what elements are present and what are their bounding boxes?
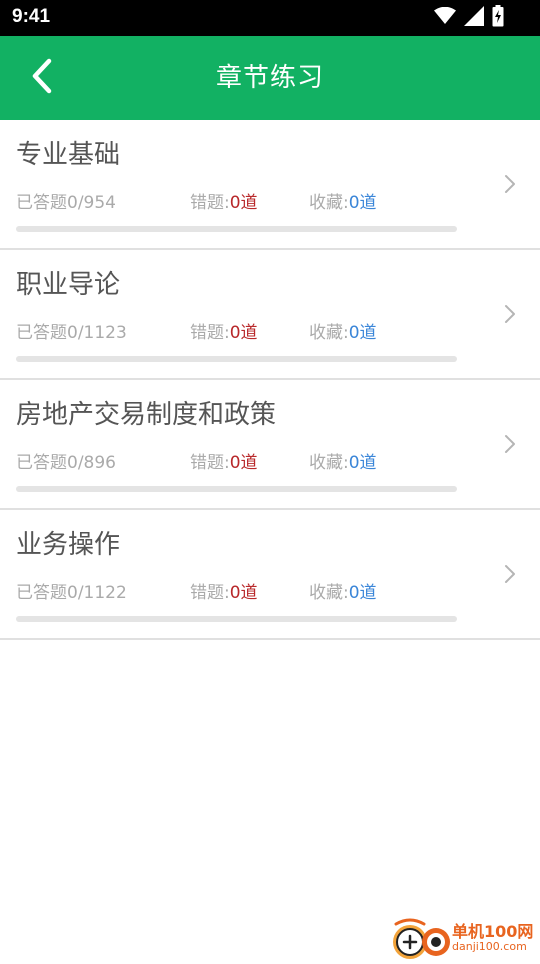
chapter-title: 房地产交易制度和政策	[16, 400, 277, 430]
app-bar: 章节练习	[0, 36, 540, 120]
chapter-item-2[interactable]: 房地产交易制度和政策 已答题0/896 错题:0道 收藏:0道	[0, 380, 540, 510]
answered-count: 已答题0/896	[16, 453, 116, 473]
chapter-stats: 已答题0/896 错题:0道 收藏:0道	[16, 448, 456, 473]
chevron-right-icon	[502, 302, 518, 326]
progress-bar	[16, 486, 457, 492]
wrong-count: 错题:0道	[190, 323, 258, 343]
watermark: 单机100网 danji100.com	[390, 916, 540, 960]
chapter-stats: 已答题0/1122 错题:0道 收藏:0道	[16, 578, 456, 603]
wrong-count: 错题:0道	[190, 583, 258, 603]
chevron-right-icon	[502, 562, 518, 586]
chapter-stats: 已答题0/954 错题:0道 收藏:0道	[16, 188, 456, 213]
answered-count: 已答题0/1122	[16, 583, 127, 603]
progress-bar	[16, 356, 457, 362]
favorite-count: 收藏:0道	[309, 323, 377, 343]
signal-icon	[464, 6, 484, 30]
chapter-stats: 已答题0/1123 错题:0道 收藏:0道	[16, 318, 456, 343]
watermark-name: 单机100网	[452, 922, 534, 941]
chapter-item-3[interactable]: 业务操作 已答题0/1122 错题:0道 收藏:0道	[0, 510, 540, 640]
progress-bar	[16, 616, 457, 622]
status-bar: 9:41	[0, 0, 540, 36]
wifi-icon	[434, 6, 456, 29]
watermark-logo-icon	[390, 916, 460, 960]
answered-count: 已答题0/1123	[16, 323, 127, 343]
chevron-right-icon	[502, 432, 518, 456]
chapter-title: 专业基础	[16, 140, 121, 170]
chapter-item-0[interactable]: 专业基础 已答题0/954 错题:0道 收藏:0道	[0, 120, 540, 250]
favorite-count: 收藏:0道	[309, 583, 377, 603]
favorite-count: 收藏:0道	[309, 193, 377, 213]
chapter-title: 职业导论	[16, 270, 121, 300]
page-title: 章节练习	[215, 63, 324, 93]
status-icons	[434, 5, 504, 31]
chevron-right-icon	[502, 172, 518, 196]
chapter-list: 专业基础 已答题0/954 错题:0道 收藏:0道 职业导论 已答题0/1123…	[0, 120, 540, 640]
watermark-domain: danji100.com	[452, 940, 527, 953]
chapter-title: 业务操作	[16, 530, 121, 560]
status-time: 9:41	[12, 6, 51, 27]
progress-bar	[16, 226, 457, 232]
favorite-count: 收藏:0道	[309, 453, 377, 473]
chapter-item-1[interactable]: 职业导论 已答题0/1123 错题:0道 收藏:0道	[0, 250, 540, 380]
battery-charging-icon	[492, 5, 504, 31]
wrong-count: 错题:0道	[190, 453, 258, 473]
answered-count: 已答题0/954	[16, 193, 116, 213]
wrong-count: 错题:0道	[190, 193, 258, 213]
